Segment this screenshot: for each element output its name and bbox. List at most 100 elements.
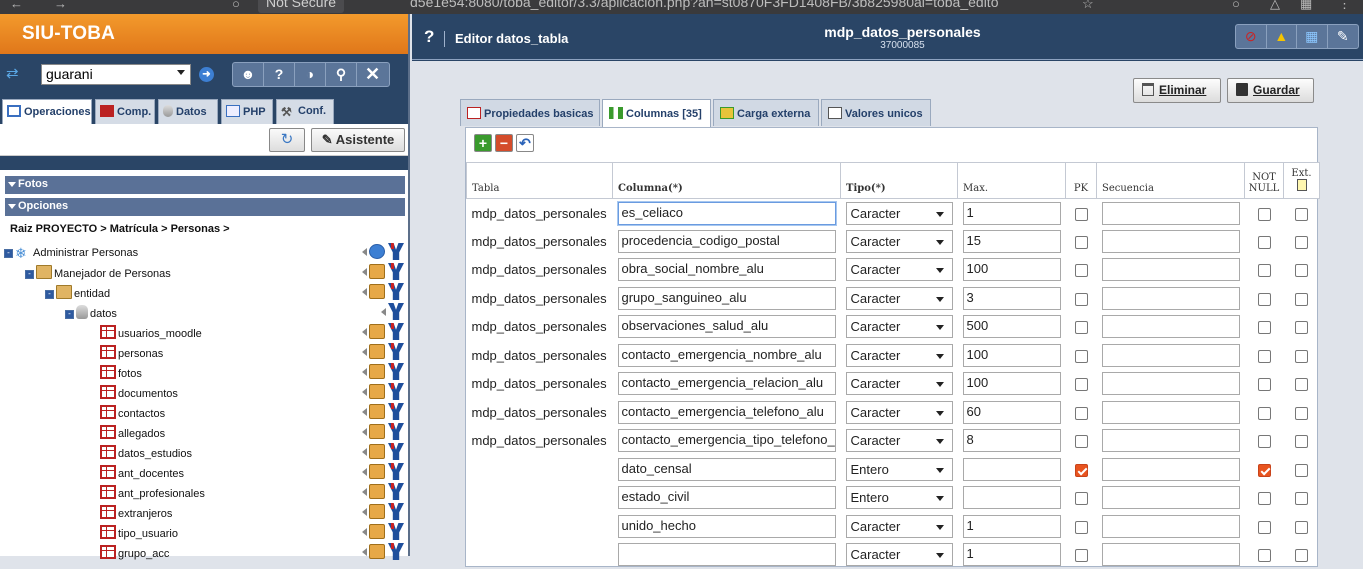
- close-icon[interactable]: ✕: [357, 63, 388, 86]
- collapse-toggle-icon[interactable]: -: [45, 290, 54, 299]
- not-null-checkbox[interactable]: [1258, 492, 1271, 505]
- max-input[interactable]: 100: [963, 344, 1061, 367]
- ext-checkbox[interactable]: [1295, 492, 1308, 505]
- max-input[interactable]: 60: [963, 401, 1061, 424]
- tipo-select[interactable]: Caracter: [846, 372, 953, 395]
- not-null-checkbox[interactable]: [1258, 435, 1271, 448]
- columna-input[interactable]: contacto_emergencia_relacion_alu: [618, 372, 836, 395]
- tools-icon[interactable]: [388, 363, 404, 380]
- tree-node-manejador[interactable]: -Manejador de Personas: [25, 265, 171, 285]
- collapse-toggle-icon[interactable]: -: [4, 249, 13, 258]
- assistant-button[interactable]: ✎ Asistente: [311, 128, 405, 152]
- ext-checkbox[interactable]: [1295, 521, 1308, 534]
- expand-left-icon[interactable]: [362, 448, 367, 456]
- edit-component-icon[interactable]: [369, 544, 385, 559]
- warning-icon[interactable]: ▲: [1267, 25, 1298, 48]
- max-input[interactable]: [963, 486, 1061, 509]
- columna-input[interactable]: contacto_emergencia_tipo_telefono_: [618, 429, 836, 452]
- expand-left-icon[interactable]: [362, 268, 367, 276]
- pin-icon[interactable]: ✎: [1328, 25, 1358, 48]
- tab-carga-externa[interactable]: Carga externa: [713, 99, 819, 126]
- extension-icon[interactable]: ○: [1232, 0, 1240, 11]
- delete-row-button[interactable]: −: [495, 134, 513, 152]
- ext-checkbox[interactable]: [1295, 321, 1308, 334]
- max-input[interactable]: 100: [963, 258, 1061, 281]
- tipo-select[interactable]: Caracter: [846, 202, 953, 225]
- expand-left-icon[interactable]: [362, 508, 367, 516]
- undo-button[interactable]: ↶: [516, 134, 534, 152]
- expand-left-icon[interactable]: [362, 348, 367, 356]
- add-row-button[interactable]: +: [474, 134, 492, 152]
- block-icon[interactable]: ⊘: [1236, 25, 1267, 48]
- not-null-checkbox[interactable]: [1258, 350, 1271, 363]
- edit-component-icon[interactable]: [369, 524, 385, 539]
- columna-input[interactable]: grupo_sanguineo_alu: [618, 287, 836, 310]
- pk-checkbox[interactable]: [1075, 464, 1088, 477]
- tools-icon[interactable]: [388, 523, 404, 540]
- tools-icon[interactable]: [388, 383, 404, 400]
- secuencia-input[interactable]: [1102, 429, 1240, 452]
- expand-left-icon[interactable]: [362, 248, 367, 256]
- sync-icon[interactable]: ⇄: [6, 64, 19, 82]
- alert-icon[interactable]: △: [1270, 0, 1280, 12]
- max-input[interactable]: 8: [963, 429, 1061, 452]
- tools-icon[interactable]: [388, 283, 404, 300]
- columna-input[interactable]: dato_censal: [618, 458, 836, 481]
- edit-component-icon[interactable]: [369, 324, 385, 339]
- edit-component-icon[interactable]: [369, 384, 385, 399]
- url-bar[interactable]: d5e1e54:8080/toba_editor/3.3/aplicacion.…: [410, 0, 998, 9]
- columna-input[interactable]: unido_hecho: [618, 515, 836, 538]
- max-input[interactable]: 15: [963, 230, 1061, 253]
- tab-operaciones[interactable]: Operaciones: [2, 99, 92, 125]
- pk-checkbox[interactable]: [1075, 407, 1088, 420]
- not-null-checkbox[interactable]: [1258, 321, 1271, 334]
- tree-node-table[interactable]: personas: [100, 345, 163, 365]
- not-null-checkbox[interactable]: [1258, 464, 1271, 477]
- tipo-select[interactable]: Entero: [846, 458, 953, 481]
- section-opciones[interactable]: Opciones: [5, 198, 405, 216]
- pk-checkbox[interactable]: [1075, 236, 1088, 249]
- columna-input[interactable]: es_celiaco: [618, 202, 836, 225]
- tipo-select[interactable]: Caracter: [846, 315, 953, 338]
- edit-component-icon[interactable]: [369, 264, 385, 279]
- tab-columnas[interactable]: Columnas [35]: [602, 99, 711, 127]
- expand-left-icon[interactable]: [362, 488, 367, 496]
- tree-node-table[interactable]: grupo_acc: [100, 545, 169, 565]
- tipo-select[interactable]: Caracter: [846, 543, 953, 566]
- tipo-select[interactable]: Caracter: [846, 401, 953, 424]
- tree-node-table[interactable]: extranjeros: [100, 505, 172, 525]
- secuencia-input[interactable]: [1102, 258, 1240, 281]
- expand-left-icon[interactable]: [362, 468, 367, 476]
- bookmark-icon[interactable]: ☆: [1082, 0, 1094, 12]
- tab-conf[interactable]: ⚒Conf.: [276, 99, 334, 124]
- secuencia-input[interactable]: [1102, 344, 1240, 367]
- pk-checkbox[interactable]: [1075, 435, 1088, 448]
- max-input[interactable]: 1: [963, 202, 1061, 225]
- expand-left-icon[interactable]: [362, 288, 367, 296]
- expand-left-icon[interactable]: [362, 408, 367, 416]
- edit-component-icon[interactable]: [369, 364, 385, 379]
- eliminar-button[interactable]: Eliminar: [1133, 78, 1221, 103]
- secuencia-input[interactable]: [1102, 315, 1240, 338]
- tools-icon[interactable]: [388, 483, 404, 500]
- tree-node-table[interactable]: allegados: [100, 425, 165, 445]
- inspect-icon[interactable]: ⚲: [326, 63, 357, 86]
- expand-left-icon[interactable]: [362, 368, 367, 376]
- columna-input[interactable]: observaciones_salud_alu: [618, 315, 836, 338]
- project-select[interactable]: guarani: [41, 64, 191, 85]
- tab-propiedades-basicas[interactable]: Propiedades basicas: [460, 99, 600, 126]
- tree-node-table[interactable]: ant_docentes: [100, 465, 184, 485]
- not-null-checkbox[interactable]: [1258, 378, 1271, 391]
- collapse-toggle-icon[interactable]: -: [65, 310, 74, 319]
- secuencia-input[interactable]: [1102, 401, 1240, 424]
- tools-icon[interactable]: [388, 463, 404, 480]
- tipo-select[interactable]: Caracter: [846, 344, 953, 367]
- grid-icon[interactable]: ▦: [1300, 0, 1312, 12]
- secuencia-input[interactable]: [1102, 486, 1240, 509]
- tipo-select[interactable]: Caracter: [846, 230, 953, 253]
- not-null-checkbox[interactable]: [1258, 407, 1271, 420]
- columna-input[interactable]: [618, 543, 836, 566]
- guardar-button[interactable]: Guardar: [1227, 78, 1314, 103]
- secuencia-input[interactable]: [1102, 230, 1240, 253]
- edit-component-icon[interactable]: [369, 284, 385, 299]
